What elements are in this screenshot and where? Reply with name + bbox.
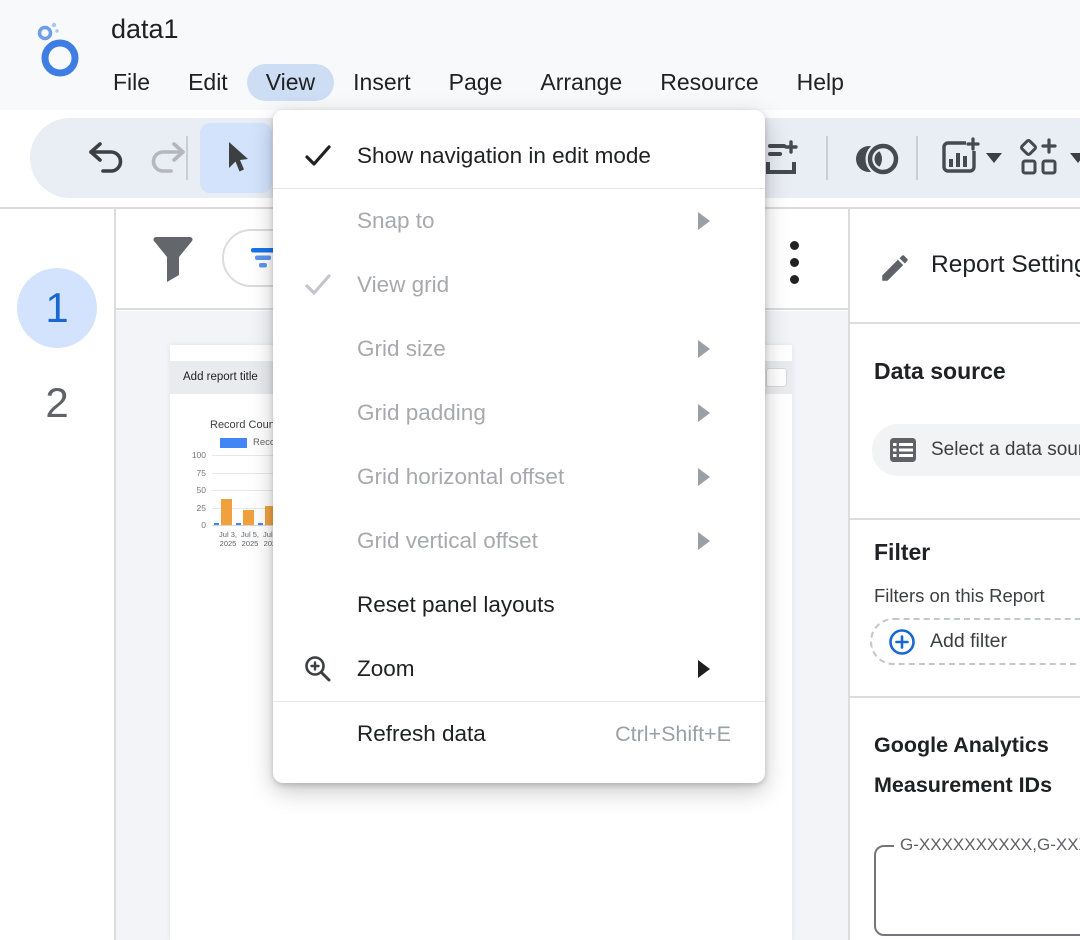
redo-icon[interactable] xyxy=(148,139,188,177)
pages-sidebar: 12 xyxy=(0,209,116,940)
chart-bar xyxy=(243,510,254,525)
menu-item-grid-horizontal-offset: Grid horizontal offset xyxy=(273,445,765,509)
chart-bar xyxy=(236,523,241,525)
chart-ytick-label: 0 xyxy=(170,520,206,530)
menu-item-label: Grid horizontal offset xyxy=(357,464,564,490)
view-menu-dropdown: Show navigation in edit mode Snap to View … xyxy=(273,110,765,783)
add-community-visualization-caret-icon[interactable] xyxy=(1070,153,1080,163)
chart-ytick-label: 100 xyxy=(170,450,206,460)
submenu-arrow-icon xyxy=(698,660,710,678)
menu-item-refresh-data[interactable]: Refresh data Ctrl+Shift+E xyxy=(273,702,765,766)
checkmark-icon xyxy=(303,143,333,169)
pencil-icon xyxy=(878,251,912,285)
chart-ytick-label: 75 xyxy=(170,468,206,478)
menu-item-label: Grid vertical offset xyxy=(357,528,538,554)
submenu-arrow-icon xyxy=(698,404,710,422)
menu-item-label: Zoom xyxy=(357,656,415,682)
more-options-icon[interactable] xyxy=(790,241,799,284)
toolbar-divider xyxy=(916,136,918,180)
chart-bar xyxy=(221,499,232,525)
menubar-item-edit[interactable]: Edit xyxy=(169,64,247,101)
report-settings-panel: Report Settings Data source Select a dat… xyxy=(848,209,1080,940)
filter-heading: Filter xyxy=(874,539,930,566)
report-title[interactable]: data1 xyxy=(111,14,179,45)
legend-swatch xyxy=(220,438,247,448)
menubar-item-arrange[interactable]: Arrange xyxy=(521,64,641,101)
filter-subheading: Filters on this Report xyxy=(874,585,1045,607)
chart-bar xyxy=(258,523,263,525)
checkmark-icon xyxy=(303,272,333,298)
add-chart-icon[interactable] xyxy=(936,137,980,181)
menu-item-reset-panel-layouts[interactable]: Reset panel layouts xyxy=(273,573,765,637)
date-range-control[interactable] xyxy=(766,368,787,387)
add-community-visualization-icon[interactable] xyxy=(1018,137,1062,181)
menubar-item-page[interactable]: Page xyxy=(430,64,522,101)
chart-ytick-label: 25 xyxy=(170,503,206,513)
chart-ytick-label: 50 xyxy=(170,485,206,495)
blend-data-icon[interactable] xyxy=(850,138,906,180)
menu-item-grid-vertical-offset: Grid vertical offset xyxy=(273,509,765,573)
menubar-item-resource[interactable]: Resource xyxy=(641,64,777,101)
menu-item-shortcut: Ctrl+Shift+E xyxy=(615,722,731,747)
page-thumbnail-2[interactable]: 2 xyxy=(17,363,97,443)
ga-heading-line2: Measurement IDs xyxy=(874,773,1052,798)
menu-item-label: Snap to xyxy=(357,208,435,234)
panel-divider xyxy=(850,322,1080,324)
data-source-icon xyxy=(888,435,918,465)
cursor-icon xyxy=(218,138,254,178)
menu-item-label: Grid size xyxy=(357,336,446,362)
menu-item-grid-size: Grid size xyxy=(273,317,765,381)
menu-item-label: Grid padding xyxy=(357,400,486,426)
select-data-source-label: Select a data source xyxy=(931,439,1080,461)
filter-funnel-icon[interactable] xyxy=(150,231,196,285)
app-header: data1 FileEditViewInsertPageArrangeResou… xyxy=(0,0,1080,110)
toolbar-divider xyxy=(826,136,828,180)
add-filter-button[interactable]: Add filter xyxy=(870,618,1080,665)
ga-heading-line1: Google Analytics xyxy=(874,733,1049,758)
select-data-source-button[interactable]: Select a data source xyxy=(872,424,1080,476)
menu-item-zoom[interactable]: Zoom xyxy=(273,637,765,701)
menu-item-label: Show navigation in edit mode xyxy=(357,143,651,169)
menubar-item-file[interactable]: File xyxy=(94,64,169,101)
submenu-arrow-icon xyxy=(698,468,710,486)
menubar-item-insert[interactable]: Insert xyxy=(334,64,430,101)
add-filter-label: Add filter xyxy=(930,630,1007,653)
menubar-item-view[interactable]: View xyxy=(247,64,334,101)
panel-divider xyxy=(850,696,1080,698)
submenu-arrow-icon xyxy=(698,340,710,358)
undo-icon[interactable] xyxy=(86,139,126,177)
chart-bar xyxy=(214,523,219,525)
panel-title: Report Settings xyxy=(931,251,1080,279)
data-source-heading: Data source xyxy=(874,358,1006,385)
menu-item-label: Reset panel layouts xyxy=(357,592,555,618)
menubar-item-help[interactable]: Help xyxy=(778,64,863,101)
zoom-in-icon xyxy=(303,654,333,684)
menu-item-show-navigation-in-edit-mode[interactable]: Show navigation in edit mode xyxy=(273,124,765,188)
menu-item-snap-to: Snap to xyxy=(273,189,765,253)
toolbar-divider xyxy=(186,136,188,180)
submenu-arrow-icon xyxy=(698,212,710,230)
measurement-id-input[interactable]: G-XXXXXXXXXX,G-XXXXXXXXXX xyxy=(874,845,1080,936)
menu-item-label: Refresh data xyxy=(357,721,486,747)
menu-item-grid-padding: Grid padding xyxy=(273,381,765,445)
measurement-id-input-label: G-XXXXXXXXXX,G-XXXXXXXXXX xyxy=(894,835,1080,855)
add-chart-caret-icon[interactable] xyxy=(986,153,1002,163)
circle-plus-icon xyxy=(887,627,917,657)
menubar: FileEditViewInsertPageArrangeResourceHel… xyxy=(94,60,863,104)
page-thumbnail-1[interactable]: 1 xyxy=(17,268,97,348)
menu-item-label: View grid xyxy=(357,272,449,298)
add-data-icon[interactable] xyxy=(762,138,804,180)
looker-studio-logo xyxy=(32,20,84,82)
panel-divider xyxy=(850,518,1080,520)
select-tool-button[interactable] xyxy=(200,123,272,193)
menu-item-view-grid: View grid xyxy=(273,253,765,317)
submenu-arrow-icon xyxy=(698,532,710,550)
